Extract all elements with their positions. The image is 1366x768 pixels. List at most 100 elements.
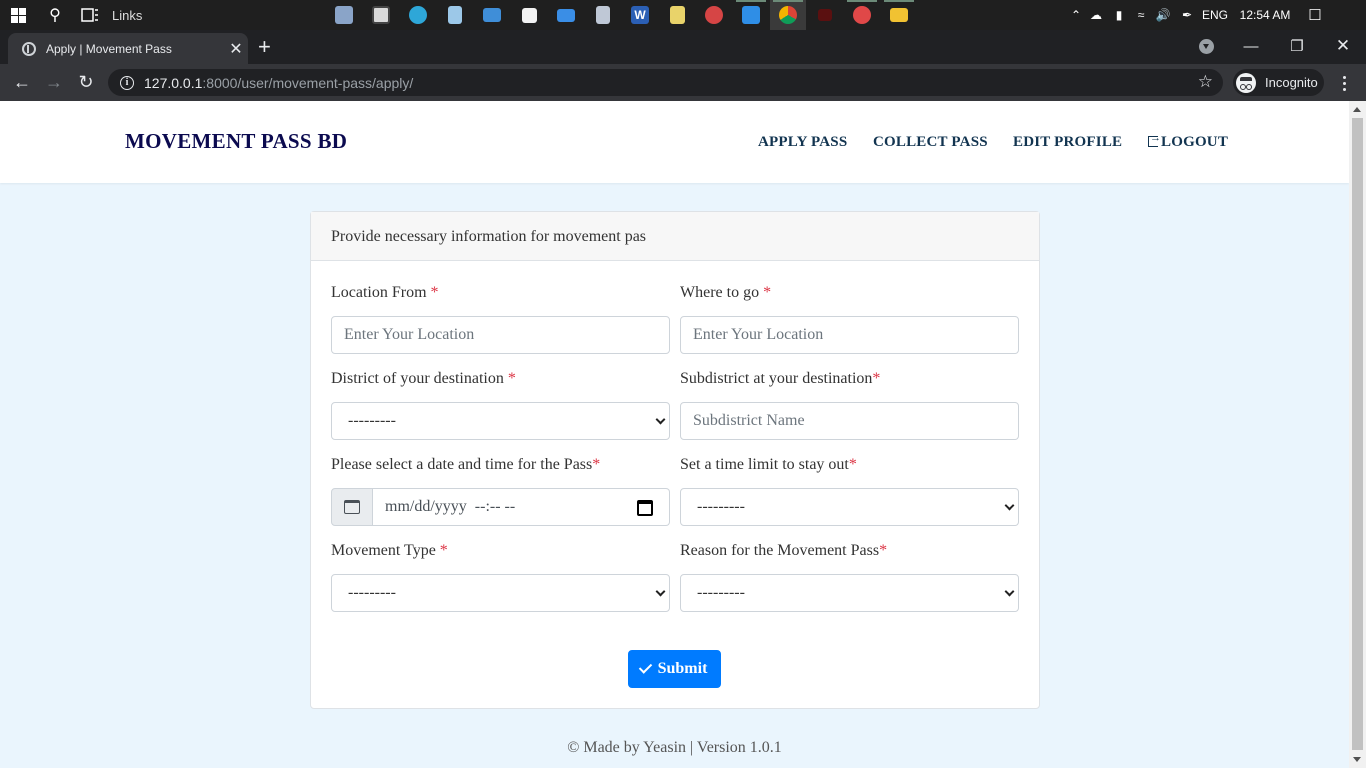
onedrive-icon[interactable]: ☁ [1084, 8, 1108, 22]
date-time-label: Please select a date and time for the Pa… [331, 456, 670, 476]
where-to-go-input[interactable] [680, 316, 1019, 354]
sticky-notes-icon[interactable] [659, 0, 695, 30]
system-tray: ⌃ ☁ ▮ ≈ 🔊 ✒ ENG 12:54 AM ☐ [1068, 0, 1330, 30]
tab-apply-movement-pass[interactable]: Apply | Movement Pass ✕ [8, 33, 248, 64]
required-marker: * [439, 542, 448, 559]
close-window-button[interactable]: ✕ [1320, 30, 1366, 62]
site-navbar: MOVEMENT PASS BD APPLY PASS COLLECT PASS… [0, 101, 1349, 183]
notifications-icon[interactable]: ☐ [1300, 6, 1330, 24]
subdistrict-label: Subdistrict at your destination* [680, 370, 1019, 390]
district-field: District of your destination * --------- [331, 370, 670, 440]
page-scrollbar[interactable] [1349, 101, 1366, 768]
reason-select[interactable]: --------- [680, 574, 1019, 612]
nav-collect-pass[interactable]: COLLECT PASS [873, 134, 988, 151]
calendar-icon [344, 500, 360, 514]
reason-label: Reason for the Movement Pass* [680, 542, 1019, 562]
date-picker-icon[interactable] [637, 500, 653, 516]
district-select[interactable]: --------- [331, 402, 670, 440]
site-info-icon[interactable]: i [120, 75, 134, 90]
start-button[interactable] [8, 0, 28, 30]
language-indicator[interactable]: ENG [1200, 8, 1230, 22]
where-to-go-label-text: Where to go [680, 284, 764, 301]
date-time-group: mm/dd/yyyy --:-- -- [331, 488, 670, 526]
subdistrict-input[interactable] [680, 402, 1019, 440]
chevron-down-icon [655, 586, 666, 597]
store-icon[interactable] [511, 0, 547, 30]
scrollbar-thumb[interactable] [1352, 118, 1363, 750]
chevron-down-icon [1004, 500, 1015, 511]
nav-edit-profile[interactable]: EDIT PROFILE [1013, 134, 1122, 151]
required-marker: * [848, 456, 857, 473]
reason-field: Reason for the Movement Pass* --------- [680, 542, 1019, 612]
tab-search-icon[interactable] [1199, 39, 1214, 54]
address-bar[interactable]: i 127.0.0.1:8000/user/movement-pass/appl… [108, 69, 1223, 96]
reload-icon[interactable]: ↻ [73, 69, 99, 95]
forward-icon[interactable]: → [41, 69, 67, 95]
page-viewport: MOVEMENT PASS BD APPLY PASS COLLECT PASS… [0, 101, 1349, 768]
nav-logout[interactable]: LOGOUT [1148, 132, 1229, 151]
wifi-icon[interactable]: ≈ [1130, 8, 1152, 22]
required-marker: * [879, 542, 888, 559]
notepad-icon[interactable] [437, 0, 473, 30]
subdistrict-label-text: Subdistrict at your destination [680, 370, 873, 387]
minimize-button[interactable]: — [1228, 30, 1274, 62]
time-limit-label-text: Set a time limit to stay out [680, 456, 849, 473]
time-limit-label: Set a time limit to stay out* [680, 456, 1019, 476]
photos-icon[interactable] [326, 0, 362, 30]
district-label-text: District of your destination [331, 370, 508, 387]
pen-icon[interactable]: ✒ [1174, 8, 1200, 22]
battery-icon[interactable]: ▮ [1108, 8, 1130, 22]
browser-menu-icon[interactable] [1336, 70, 1352, 96]
movement-type-select[interactable]: --------- [331, 574, 670, 612]
windows-taskbar: ⚲ Links W ⌃ ☁ ▮ ≈ 🔊 ✒ ENG 12:54 AM ☐ [0, 0, 1366, 30]
links-toolbar[interactable]: Links [112, 0, 142, 30]
edge-icon[interactable] [400, 0, 436, 30]
browser-toolbar: ← → ↻ i 127.0.0.1:8000/user/movement-pas… [0, 64, 1366, 101]
search-icon[interactable]: ⚲ [44, 0, 66, 30]
logout-label: LOGOUT [1161, 134, 1229, 150]
time-limit-select[interactable]: --------- [680, 488, 1019, 526]
nav-apply-pass[interactable]: APPLY PASS [758, 134, 847, 151]
close-tab-icon[interactable]: ✕ [224, 39, 248, 59]
required-marker: * [763, 284, 772, 301]
restore-button[interactable]: ❐ [1274, 30, 1320, 62]
reason-selected-value: --------- [697, 584, 745, 601]
scroll-down-icon[interactable] [1353, 757, 1361, 762]
vscode-icon[interactable] [733, 0, 769, 30]
mail-icon[interactable] [548, 0, 584, 30]
movement-type-field: Movement Type * --------- [331, 542, 670, 612]
incognito-indicator[interactable]: Incognito [1233, 69, 1324, 96]
url-path: :8000/user/movement-pass/apply/ [202, 74, 414, 91]
chevron-up-icon[interactable]: ⌃ [1068, 8, 1084, 22]
calculator-icon[interactable] [585, 0, 621, 30]
file-explorer-icon[interactable] [881, 0, 917, 30]
logout-icon [1148, 132, 1161, 147]
subdistrict-field: Subdistrict at your destination* [680, 370, 1019, 440]
back-icon[interactable]: ← [9, 69, 35, 95]
location-from-input[interactable] [331, 316, 670, 354]
movement-type-selected-value: --------- [348, 584, 396, 601]
new-tab-button[interactable]: + [258, 36, 271, 58]
required-marker: * [872, 370, 881, 387]
date-time-input[interactable]: mm/dd/yyyy --:-- -- [373, 488, 670, 526]
app-red-icon[interactable] [807, 0, 843, 30]
time-limit-selected-value: --------- [697, 498, 745, 515]
where-to-go-field: Where to go * [680, 284, 1019, 354]
submit-button[interactable]: Submit [628, 650, 721, 688]
chrome-icon[interactable] [770, 0, 806, 30]
scroll-up-icon[interactable] [1353, 107, 1361, 112]
clock[interactable]: 12:54 AM [1230, 8, 1300, 22]
time-limit-field: Set a time limit to stay out* --------- [680, 456, 1019, 526]
monitor-icon[interactable] [474, 0, 510, 30]
incognito-icon [1236, 72, 1256, 93]
terminal-icon[interactable] [363, 0, 399, 30]
chrome-red-icon[interactable] [844, 0, 880, 30]
bookmark-star-icon[interactable]: ☆ [1198, 72, 1213, 92]
paint-icon[interactable] [696, 0, 732, 30]
task-view-icon[interactable] [80, 0, 100, 30]
site-brand[interactable]: MOVEMENT PASS BD [125, 129, 347, 154]
volume-icon[interactable]: 🔊 [1152, 8, 1174, 22]
chevron-down-icon [655, 414, 666, 425]
required-marker: * [592, 456, 601, 473]
word-icon[interactable]: W [622, 0, 658, 30]
